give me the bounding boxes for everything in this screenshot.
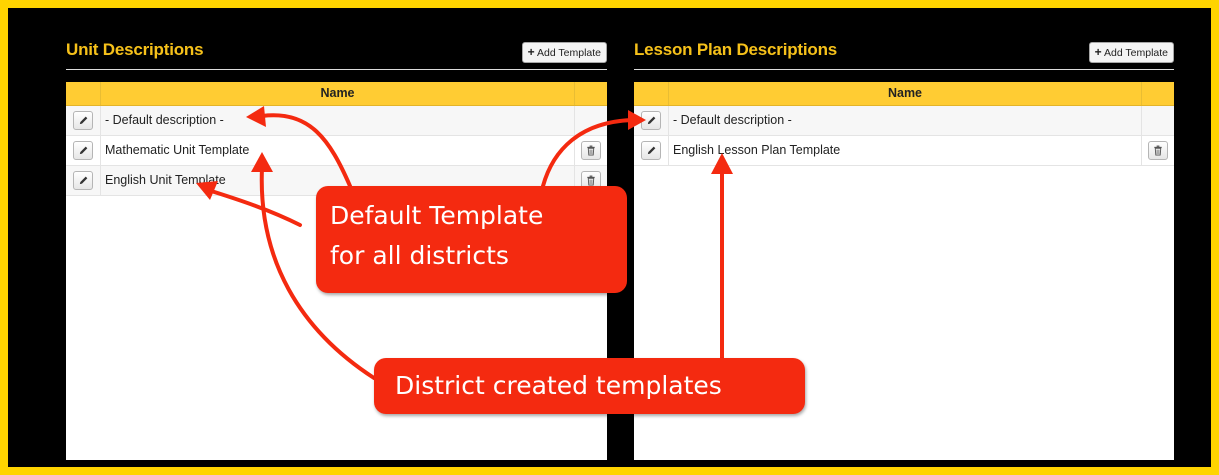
plus-icon: + bbox=[527, 45, 535, 59]
delete-column-header bbox=[575, 82, 607, 105]
delete-column-header bbox=[1142, 82, 1174, 105]
callout-line: Default Template bbox=[330, 201, 544, 230]
edit-column-header bbox=[66, 82, 101, 105]
add-template-label: Add Template bbox=[1103, 47, 1168, 59]
name-column-header[interactable]: Name bbox=[669, 82, 1142, 105]
district-templates-callout: District created templates bbox=[374, 358, 805, 414]
pencil-icon[interactable] bbox=[641, 141, 661, 160]
template-name: - Default description - bbox=[101, 106, 575, 135]
trash-icon[interactable] bbox=[581, 141, 601, 160]
callout-line: for all districts bbox=[330, 241, 509, 270]
add-template-label: Add Template bbox=[536, 47, 601, 59]
table-header: Name bbox=[66, 82, 607, 106]
title-divider bbox=[634, 69, 1174, 70]
template-name: English Lesson Plan Template bbox=[669, 136, 1142, 165]
panel-title-lesson-plan-descriptions: Lesson Plan Descriptions bbox=[634, 40, 838, 59]
pencil-icon[interactable] bbox=[73, 171, 93, 190]
add-unit-template-button[interactable]: + Add Template bbox=[521, 42, 607, 63]
table-row[interactable]: - Default description - bbox=[66, 106, 607, 136]
trash-icon[interactable] bbox=[1148, 141, 1168, 160]
edit-column-header bbox=[634, 82, 669, 105]
name-column-header[interactable]: Name bbox=[101, 82, 575, 105]
table-header: Name bbox=[634, 82, 1174, 106]
default-template-callout: Default Template for all districts bbox=[316, 186, 627, 293]
title-divider bbox=[66, 69, 607, 70]
panel-title-unit-descriptions: Unit Descriptions bbox=[66, 40, 204, 59]
template-name: - Default description - bbox=[669, 106, 1142, 135]
table-row[interactable]: Mathematic Unit Template bbox=[66, 136, 607, 166]
add-lesson-template-button[interactable]: + Add Template bbox=[1088, 42, 1174, 63]
pencil-icon[interactable] bbox=[73, 111, 93, 130]
template-name: Mathematic Unit Template bbox=[101, 136, 575, 165]
pencil-icon[interactable] bbox=[73, 141, 93, 160]
pencil-icon[interactable] bbox=[641, 111, 661, 130]
table-row[interactable]: English Lesson Plan Template bbox=[634, 136, 1174, 166]
table-row[interactable]: - Default description - bbox=[634, 106, 1174, 136]
plus-icon: + bbox=[1094, 45, 1102, 59]
